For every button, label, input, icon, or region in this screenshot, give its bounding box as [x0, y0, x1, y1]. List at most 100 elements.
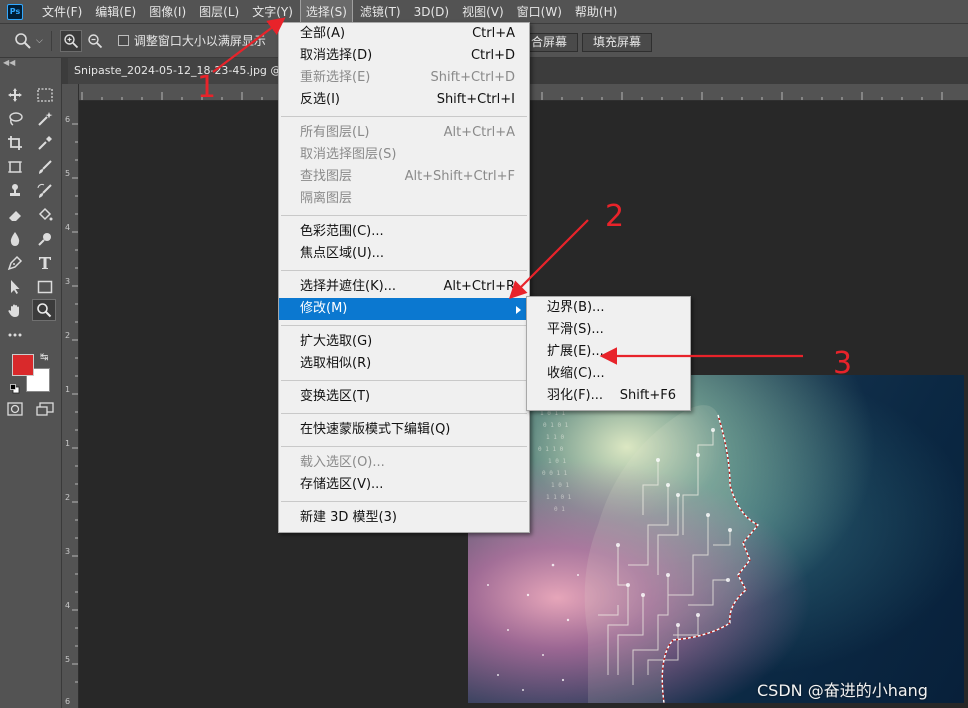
default-colors-icon[interactable] — [10, 383, 20, 394]
blur-icon[interactable] — [3, 228, 27, 250]
menu-item-deselect-layers[interactable]: 取消选择图层(S) — [279, 144, 529, 166]
ruler-left-ticks: 6 5 4 3 2 1 1 2 3 4 5 6 — [65, 115, 78, 706]
rectangle-icon[interactable] — [33, 276, 57, 298]
select-menu: 全部(A) Ctrl+A 取消选择(D) Ctrl+D 重新选择(E) Shift+C… — [278, 22, 530, 533]
menu-item-color-range[interactable]: 色彩范围(C)... — [279, 221, 529, 243]
photoshop-logo-icon: Ps — [7, 3, 23, 20]
menu-item-transform-selection[interactable]: 变换选区(T) — [279, 386, 529, 408]
menu-item-isolate-layers[interactable]: 隔离图层 — [279, 188, 529, 210]
document-tab[interactable]: Snipaste_2024-05-12_18-23-45.jpg @ 10 — [68, 58, 310, 84]
ruler-label: 5 — [65, 169, 70, 178]
tool-preset-zoom-icon[interactable] — [12, 30, 34, 52]
menu-layer[interactable]: 图层(L) — [194, 0, 244, 24]
eraser-icon[interactable] — [3, 204, 27, 226]
chevron-down-icon[interactable]: ⌵ — [36, 36, 43, 46]
svg-text:0 1 1 0: 0 1 1 0 — [538, 446, 564, 453]
menu-3d[interactable]: 3D(D) — [409, 0, 454, 24]
quick-mask-icon[interactable] — [3, 398, 27, 420]
submenu-item-border[interactable]: 边界(B)... — [527, 297, 690, 319]
annotation-step-1: 1 — [197, 70, 217, 105]
menu-type[interactable]: 文字(Y) — [247, 0, 298, 24]
menu-item-select-all[interactable]: 全部(A) Ctrl+A — [279, 23, 529, 45]
menu-separator — [279, 111, 529, 122]
ruler-label: 3 — [65, 277, 70, 286]
svg-text:0 1: 0 1 — [554, 506, 565, 513]
circuit-head-artwork: 1 0 1 1 0 1 0 1 1 1 0 0 1 1 0 1 0 1 0 0 1 1 1 … — [487, 405, 760, 703]
foreground-color-swatch[interactable] — [12, 354, 34, 376]
document-image[interactable]: 1 0 1 1 0 1 0 1 1 1 0 0 1 1 0 1 0 1 0 0 1 1 1 … — [468, 375, 964, 703]
lasso-icon[interactable] — [3, 108, 27, 130]
menu-image[interactable]: 图像(I) — [144, 0, 191, 24]
menu-select[interactable]: 选择(S) — [299, 0, 353, 25]
eyedropper-icon[interactable] — [33, 132, 57, 154]
menu-item-save-selection[interactable]: 存储选区(V)... — [279, 474, 529, 496]
menu-edit[interactable]: 编辑(E) — [90, 0, 141, 24]
watermark: CSDN @奋进的小hang — [757, 681, 928, 700]
menu-separator — [279, 408, 529, 419]
menu-separator — [279, 265, 529, 276]
submenu-item-contract[interactable]: 收缩(C)... — [527, 363, 690, 385]
zoom-in-button[interactable] — [59, 29, 82, 52]
submenu-item-feather[interactable]: 羽化(F)... Shift+F6 — [527, 385, 690, 407]
menu-item-load-selection[interactable]: 载入选区(O)... — [279, 452, 529, 474]
crop-icon[interactable] — [3, 132, 27, 154]
zoom-out-button[interactable] — [84, 30, 106, 52]
swap-colors-icon[interactable]: ↹ — [40, 352, 48, 363]
fill-screen-button[interactable]: 填充屏幕 — [582, 33, 653, 52]
menu-file[interactable]: 文件(F) — [37, 0, 87, 24]
menu-separator — [279, 496, 529, 507]
zoom-icon[interactable] — [32, 299, 56, 321]
submenu-item-expand[interactable]: 扩展(E)... — [527, 341, 690, 363]
annotation-step-2: 2 — [605, 199, 625, 234]
menu-view[interactable]: 视图(V) — [457, 0, 509, 24]
ruler-label: 1 — [65, 439, 70, 448]
svg-text:0 0 1 1: 0 0 1 1 — [542, 470, 568, 477]
hand-icon[interactable] — [3, 300, 27, 322]
menu-item-all-layers[interactable]: 所有图层(L) Alt+Ctrl+A — [279, 122, 529, 144]
separator — [50, 30, 52, 51]
menu-separator — [279, 320, 529, 331]
menu-item-new-3d-extrusion[interactable]: 新建 3D 模型(3) — [279, 507, 529, 529]
menu-help[interactable]: 帮助(H) — [570, 0, 622, 24]
photoshop-window: Ps 文件(F) 编辑(E) 图像(I) 图层(L) 文字(Y) 选择(S) 滤… — [0, 0, 968, 708]
menu-filter[interactable]: 滤镜(T) — [355, 0, 406, 24]
resize-window-checkbox[interactable] — [117, 35, 129, 46]
menu-item-focus-area[interactable]: 焦点区域(U)... — [279, 243, 529, 265]
frame-icon[interactable] — [3, 156, 27, 178]
menu-separator — [279, 375, 529, 386]
menu-item-select-and-mask[interactable]: 选择并遮住(K)... Alt+Ctrl+R — [279, 276, 529, 298]
menu-item-modify[interactable]: 修改(M) — [279, 298, 529, 320]
resize-window-label: 调整窗口大小以满屏显示 — [133, 34, 266, 48]
ruler-left: 6 5 4 3 2 1 1 2 3 4 5 6 — [62, 84, 79, 708]
more-tools-icon[interactable] — [3, 324, 27, 346]
menu-item-similar[interactable]: 选取相似(R) — [279, 353, 529, 375]
ruler-label: 3 — [65, 547, 70, 556]
ruler-label: 4 — [65, 223, 70, 232]
svg-text:1 0 1: 1 0 1 — [548, 458, 566, 465]
stamp-icon[interactable] — [3, 180, 27, 202]
menu-item-grow[interactable]: 扩大选取(G) — [279, 331, 529, 353]
ruler-label: 2 — [65, 331, 70, 340]
menu-item-find-layers[interactable]: 查找图层 Alt+Shift+Ctrl+F — [279, 166, 529, 188]
menu-item-deselect[interactable]: 取消选择(D) Ctrl+D — [279, 45, 529, 67]
menu-item-reselect[interactable]: 重新选择(E) Shift+Ctrl+D — [279, 67, 529, 89]
history-brush-icon[interactable] — [33, 180, 57, 202]
type-icon[interactable] — [33, 252, 57, 274]
menu-window[interactable]: 窗口(W) — [512, 0, 567, 24]
screen-mode-icon[interactable] — [33, 398, 57, 420]
ruler-label: 6 — [65, 697, 70, 706]
menu-item-inverse[interactable]: 反选(I) Shift+Ctrl+I — [279, 89, 529, 111]
ruler-label: 4 — [65, 601, 70, 610]
paint-bucket-icon[interactable] — [33, 204, 57, 226]
pen-icon[interactable] — [3, 252, 27, 274]
dodge-icon[interactable] — [33, 228, 57, 250]
marquee-icon[interactable] — [33, 84, 57, 106]
move-icon[interactable] — [3, 84, 27, 106]
brush-icon[interactable] — [33, 156, 57, 178]
path-select-icon[interactable] — [3, 276, 27, 298]
menu-item-quick-mask[interactable]: 在快速蒙版模式下编辑(Q) — [279, 419, 529, 441]
collapse-panel-icon[interactable]: ◀◀ — [3, 58, 15, 67]
magic-wand-icon[interactable] — [33, 108, 57, 130]
submenu-item-smooth[interactable]: 平滑(S)... — [527, 319, 690, 341]
ruler-label: 1 — [65, 385, 70, 394]
